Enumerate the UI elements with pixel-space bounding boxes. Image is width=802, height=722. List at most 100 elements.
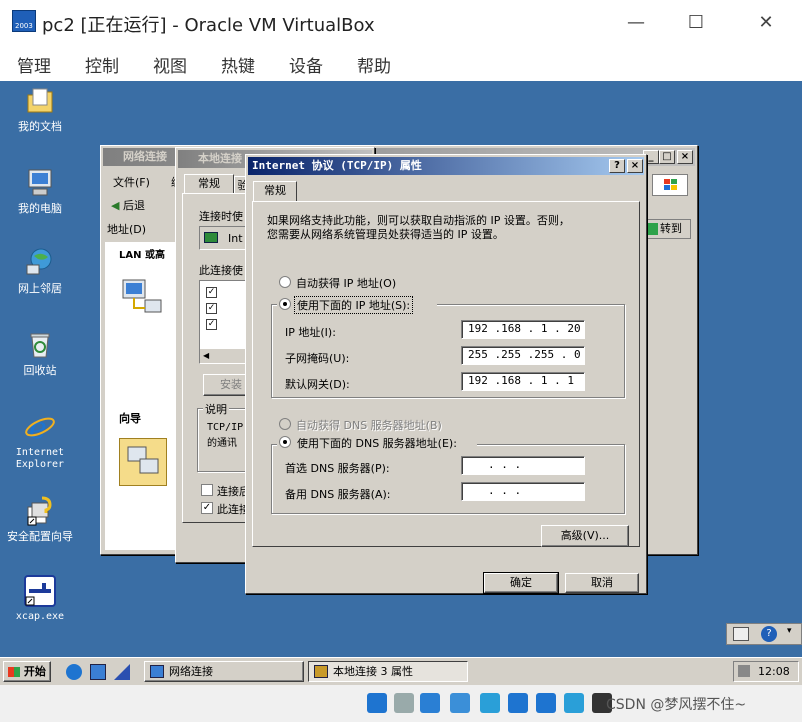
desktop-icon-internet-explorer[interactable]: e Internet Explorer [0, 411, 80, 471]
usb-icon[interactable] [480, 693, 500, 713]
maximize-icon[interactable]: ☐ [682, 12, 710, 33]
section-lan-header: LAN 或高 [119, 250, 165, 261]
help-button[interactable]: ? [609, 159, 625, 173]
menu-control[interactable]: 控制 [85, 52, 119, 77]
hard-disk-icon[interactable] [367, 693, 387, 713]
tasks-pane: LAN 或高 向导 [105, 242, 177, 550]
go-button[interactable]: 转到 [645, 219, 691, 239]
maximize-button[interactable]: □ [659, 150, 675, 164]
subnet-mask-field[interactable]: 255 .255 .255 . 0 [461, 346, 585, 365]
desktop-icon-security-wizard[interactable]: 安全配置向导 [0, 495, 80, 543]
manual-ip-label[interactable]: 使用下面的 IP 地址(S): [293, 296, 414, 314]
adapter-name: Int [228, 232, 243, 245]
taskbar-local-connection-properties[interactable]: 本地连接 3 属性 [308, 661, 468, 682]
windows-logo-icon [8, 667, 21, 677]
ie-quicklaunch-icon[interactable] [66, 664, 82, 680]
dns-server-group [271, 444, 625, 514]
new-connection-wizard-icon[interactable] [119, 438, 167, 486]
alternate-dns-field[interactable]: . . . [461, 482, 585, 501]
auto-ip-radio[interactable] [279, 276, 291, 288]
guest-desktop: 我的文档 我的电脑 网上邻居 回收站 e Internet Explorer 安… [0, 81, 802, 657]
menu-manage[interactable]: 管理 [17, 52, 51, 77]
optical-drive-icon[interactable] [394, 693, 414, 713]
manual-dns-radio[interactable] [279, 436, 291, 448]
auto-ip-label[interactable]: 自动获得 IP 地址(O) [296, 275, 396, 291]
network-adapter-icon [204, 232, 218, 243]
display-icon[interactable] [536, 693, 556, 713]
recording-icon[interactable] [564, 693, 584, 713]
tab-general[interactable]: 常规 [184, 174, 234, 194]
manual-ip-option[interactable]: 使用下面的 IP 地址(S): [277, 296, 437, 314]
tray-clock[interactable]: 12:08 [758, 662, 790, 681]
close-button[interactable]: × [627, 159, 643, 173]
advanced-button[interactable]: 高级(V)... [541, 525, 629, 547]
desktop-icon-my-documents[interactable]: 我的文档 [0, 85, 80, 133]
address-label: 地址(D) [107, 223, 147, 236]
start-button[interactable]: 开始 [3, 661, 51, 682]
component-checkbox[interactable]: ✓ [206, 287, 217, 298]
desktop-icon-recycle-bin[interactable]: 回收站 [0, 329, 80, 377]
close-icon[interactable]: ✕ [752, 12, 780, 33]
description-text: 的通讯 [207, 438, 237, 449]
ip-address-field[interactable]: 192 .168 . 1 . 20 [461, 320, 585, 339]
component-checkbox[interactable]: ✓ [206, 303, 217, 314]
show-icon-checkbox[interactable] [201, 484, 213, 496]
window-title: 本地连接 [198, 152, 242, 165]
back-arrow-icon: ◀ [111, 199, 123, 212]
desktop-icon-my-computer[interactable]: 我的电脑 [0, 167, 80, 215]
desktop-quicklaunch-icon[interactable] [90, 664, 106, 680]
desktop-icon-label: 回收站 [23, 364, 57, 377]
shared-folders-icon[interactable] [508, 693, 528, 713]
my-computer-icon [24, 167, 56, 199]
virtualbox-vm-icon: 2003 [12, 10, 36, 32]
security-wizard-icon [24, 495, 56, 527]
menu-file[interactable]: 文件(F) [113, 174, 150, 190]
media-quicklaunch-icon[interactable] [114, 664, 130, 680]
desktop-icon-network-places[interactable]: 网上邻居 [0, 247, 80, 295]
status-watermark-text: CSDN @梦风摆不住~ [606, 697, 747, 713]
cancel-button[interactable]: 取消 [565, 573, 639, 593]
menu-view[interactable]: 视图 [153, 52, 187, 77]
desktop-icon-label: Internet Explorer [15, 447, 65, 470]
help-icon[interactable]: ? [761, 626, 777, 642]
auto-dns-label[interactable]: 自动获得 DNS 服务器地址(B) [296, 417, 442, 433]
desktop-icon-xcap[interactable]: xcap.exe [0, 575, 80, 623]
menu-devices[interactable]: 设备 [289, 52, 323, 77]
component-checkbox[interactable]: ✓ [206, 319, 217, 330]
audio-icon[interactable] [420, 693, 440, 713]
notify-checkbox[interactable]: ✓ [201, 502, 213, 514]
manual-dns-label[interactable]: 使用下面的 DNS 服务器地址(E): [297, 435, 457, 451]
network-icon[interactable] [450, 693, 470, 713]
preferred-dns-label: 首选 DNS 服务器(P): [285, 462, 390, 475]
back-button[interactable]: ◀ 后退 [111, 197, 145, 213]
auto-dns-radio[interactable] [279, 418, 291, 430]
tab-general[interactable]: 常规 [253, 181, 297, 202]
lan-connection-icon[interactable] [119, 278, 163, 318]
go-arrow-icon [648, 223, 658, 235]
windows-logo-icon [652, 174, 688, 196]
general-tab-panel: 如果网络支持此功能，则可以获取自动指派的 IP 设置。否则， 您需要从网络系统管… [252, 201, 640, 547]
close-button[interactable]: × [677, 150, 693, 164]
menu-help[interactable]: 帮助 [357, 52, 391, 77]
host-key-label: Right Ctrl [660, 711, 665, 712]
vm-icon-badge: 2003 [15, 22, 33, 30]
my-documents-icon [24, 85, 56, 117]
svg-text:e: e [29, 411, 47, 443]
manual-ip-radio[interactable] [279, 298, 291, 310]
network-connections-icon [150, 665, 164, 678]
system-tray: 12:08 [733, 661, 799, 682]
default-gateway-field[interactable]: 192 .168 . 1 . 1 [461, 372, 585, 391]
taskbar-network-connections[interactable]: 网络连接 [144, 661, 304, 682]
section-wizard-header: 向导 [119, 412, 141, 425]
ok-button[interactable]: 确定 [483, 572, 559, 594]
tcpip-properties-dialog: Internet 协议 (TCP/IP) 属性 ? × 常规 如果网络支持此功能… [245, 154, 647, 594]
connect-using-label: 连接时使 [199, 210, 243, 223]
manual-dns-option[interactable]: 使用下面的 DNS 服务器地址(E): [277, 434, 477, 450]
menu-hotkey[interactable]: 热键 [221, 52, 255, 77]
minimize-icon[interactable]: — [622, 12, 650, 33]
preferred-dns-field[interactable]: . . . [461, 456, 585, 475]
description-label: 说明 [203, 401, 229, 417]
network-tray-icon[interactable] [738, 665, 750, 677]
keyboard-icon[interactable] [733, 627, 749, 641]
options-icon[interactable]: ▾ [787, 626, 792, 636]
